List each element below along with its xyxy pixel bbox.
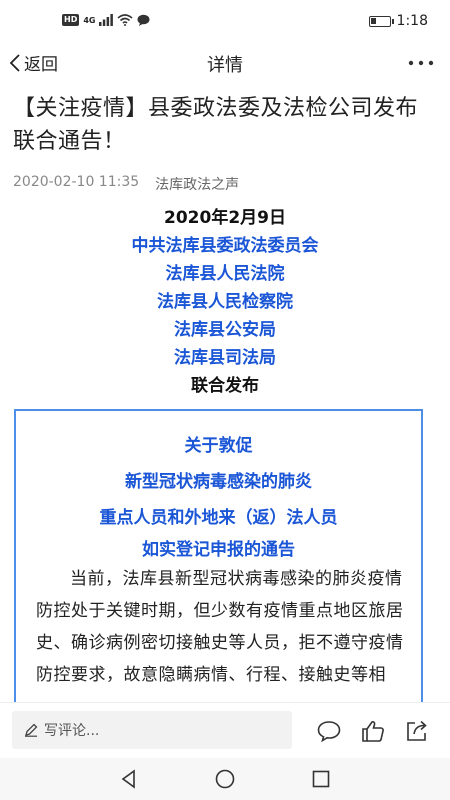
comment-placeholder: 写评论...: [44, 723, 100, 739]
article-meta: 2020-02-10 11:35 法库政法之声: [13, 174, 239, 194]
notice-title-line: 如实登记申报的通告: [142, 540, 295, 560]
more-button[interactable]: [406, 50, 436, 76]
notice-body: 当前，法库县新型冠状病毒感染的肺炎疫情防控处于关键时期，但少数有疫情重点地区旅居…: [36, 569, 404, 685]
issuer-date-line: 2020年2月9日: [164, 208, 286, 228]
status-left: HD 4G: [62, 14, 150, 26]
issuer-line: 中共法库县委政法委员会: [131, 236, 319, 256]
wifi-icon: [117, 14, 134, 26]
back-label: 返回: [24, 55, 58, 75]
triangle-back-icon: [121, 769, 135, 789]
joint-release-line: 联合发布: [191, 376, 259, 396]
circle-home-icon: [215, 769, 235, 789]
status-right: 1:18: [368, 13, 428, 29]
network-type: 4G: [83, 15, 96, 25]
comment-bar: 写评论...: [0, 702, 450, 759]
issuer-block: 2020年2月9日 中共法库县委政法委员会 法库县人民法院 法库县人民检察院 法…: [0, 204, 450, 400]
issuer-line: 法库县人民检察院: [157, 292, 293, 312]
comment-input[interactable]: 写评论...: [12, 711, 292, 749]
more-dots-icon: [408, 60, 434, 66]
comment-bubble-icon: [317, 721, 341, 743]
article-date: 2020-02-10 11:35: [13, 174, 140, 190]
page-title: 详情: [207, 55, 243, 76]
pencil-icon: [25, 723, 38, 737]
notice-box: 关于敦促 新型冠状病毒感染的肺炎 重点人员和外地来（返）法人员 如实登记申报的通…: [14, 409, 423, 702]
share-button[interactable]: [404, 718, 430, 744]
signal-icon: [99, 14, 114, 26]
square-recents-icon: [312, 770, 330, 788]
hd-badge: HD: [62, 14, 80, 26]
issuer-line: 法库县人民法院: [165, 264, 285, 284]
article-source[interactable]: 法库政法之声: [155, 174, 239, 194]
status-bar: HD 4G 1:18: [0, 0, 450, 40]
like-button[interactable]: [360, 718, 386, 744]
back-button[interactable]: 返回: [8, 50, 58, 75]
battery-icon: [368, 15, 394, 27]
issuer-line: 法库县公安局: [174, 320, 276, 340]
message-icon: [137, 14, 150, 26]
nav-home-button[interactable]: [214, 768, 236, 790]
notice-title-line: 关于敦促: [184, 436, 253, 456]
notice-title-line: 新型冠状病毒感染的肺炎: [125, 472, 312, 492]
battery-fill: [370, 17, 376, 24]
issuer-line: 法库县司法局: [174, 348, 276, 368]
nav-back-button[interactable]: [118, 768, 140, 790]
chevron-left-icon: [9, 53, 20, 72]
system-nav-bar: [0, 758, 450, 800]
article-content[interactable]: 【关注疫情】县委政法委及法检公司发布联合通告！ 2020-02-10 11:35…: [0, 84, 450, 702]
comment-button[interactable]: [316, 718, 342, 744]
share-icon: [407, 720, 427, 741]
notice-title-line: 重点人员和外地来（返）法人员: [99, 508, 338, 528]
thumbs-up-icon: [362, 721, 384, 742]
status-time: 1:18: [396, 13, 428, 29]
nav-recents-button[interactable]: [310, 768, 332, 790]
app-header: 返回 详情: [0, 42, 450, 84]
article-headline: 【关注疫情】县委政法委及法检公司发布联合通告！: [13, 96, 419, 154]
